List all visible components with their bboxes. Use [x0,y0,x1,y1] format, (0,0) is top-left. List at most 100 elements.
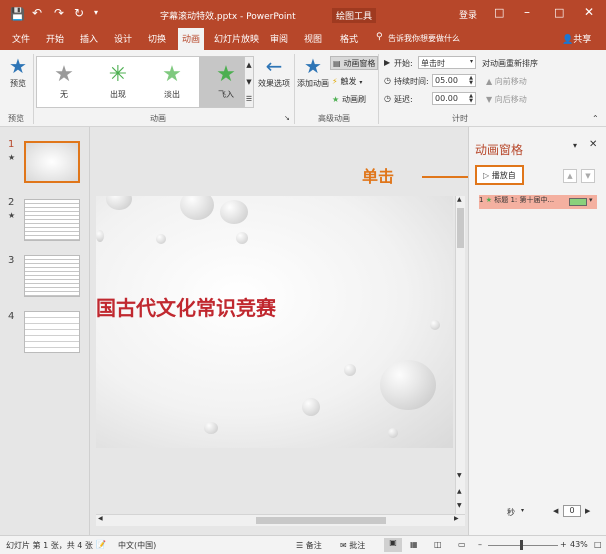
animation-list-item[interactable]: 1 ★ 标题 1: 第十届中... ▾ [479,195,597,209]
current-slide[interactable]: 国古代文化常识竞赛 [96,196,453,448]
spinner-icon[interactable]: ▲ ▼ [469,94,473,104]
start-icon: ▶ [384,58,391,67]
slideshow-icon[interactable]: ▭ [458,540,466,549]
close-icon[interactable]: ✕ [584,5,594,19]
share-button[interactable]: 👤共享 [562,32,591,45]
add-star-icon: ★ [304,54,322,78]
tell-me-input[interactable]: 告诉我你想要做什么 [388,33,460,44]
tab-transitions[interactable]: 切换 [148,32,166,45]
gallery-item-appear[interactable]: ✳ 出现 [91,57,145,107]
scroll-left-icon[interactable]: ◀ [98,515,103,522]
tab-animations[interactable]: 动画 [178,28,205,50]
reading-view-icon[interactable]: ◫ [434,540,442,549]
scroll-up-icon[interactable]: ▲ [457,196,462,203]
play-from-button[interactable]: ▷ 播放自 [475,165,524,185]
gallery-scroll[interactable]: ▲ ▼ ☰ [244,56,254,108]
lightning-icon: ⚡ [332,77,338,86]
ribbon: ★ 预览 预览 ★ 无 ✳ 出现 ★ 淡出 ★ 飞入 ▲ ▼ ☰ ← 效果选项 动画… [0,50,606,127]
save-icon[interactable]: 💾 [10,7,25,21]
animation-painter-button[interactable]: ★ 动画刷 [332,94,366,105]
group-preview: 预览 [8,114,24,123]
callout-label: 单击 [362,167,395,186]
slide-number: 2 [8,197,15,208]
tab-home[interactable]: 开始 [46,32,64,45]
water-drop [344,364,356,376]
timeline-left-icon[interactable]: ◀ [553,507,558,515]
duration-input[interactable]: 05.00 ▲ ▼ [432,74,476,87]
login-link[interactable]: 登录 [459,8,477,21]
tab-design[interactable]: 设计 [114,32,132,45]
seconds-dropdown-icon[interactable]: ▾ [521,507,524,514]
timeline-right-icon[interactable]: ▶ [585,507,590,515]
slide-thumbnail-4[interactable] [24,311,80,353]
move-later-button[interactable]: ▼ 向后移动 [486,94,527,105]
slide-count-status: 幻灯片 第 1 张，共 4 张 [6,541,93,550]
scroll-down-icon[interactable]: ▼ [457,472,462,479]
scroll-thumb[interactable] [457,208,464,248]
dialog-launcher-icon[interactable]: ↘ [284,114,290,122]
fit-to-window-icon[interactable]: □ [594,540,602,549]
add-animation-button[interactable]: ★ 添加动画 [296,54,330,104]
zoom-slider[interactable] [488,545,558,546]
water-drop [96,230,104,242]
zoom-slider-handle[interactable] [520,540,523,550]
delay-label: 延迟: [394,95,413,104]
arrow-left-icon: ← [265,54,283,78]
customize-icon[interactable]: ▾ [94,8,98,17]
seconds-label: 秒 [507,508,515,517]
tab-insert[interactable]: 插入 [80,32,98,45]
slide-sorter-icon[interactable]: ▦ [410,540,418,549]
tab-file[interactable]: 文件 [12,32,30,45]
tab-review[interactable]: 审阅 [270,32,288,45]
slide-thumbnails-pane: 1 ★ 2 ★ 3 4 [0,127,90,535]
timeline-zoom-box[interactable]: 0 [563,505,581,517]
repeat-icon[interactable]: ↻ [74,6,84,20]
normal-view-icon[interactable]: ▣ [384,538,402,552]
slide-thumbnail-2[interactable] [24,199,80,241]
close-pane-icon[interactable]: ✕ [589,139,597,150]
start-select[interactable]: 单击时 ▾ [418,56,476,69]
move-earlier-button[interactable]: ▲ 向前移动 [486,76,527,87]
ribbon-display-icon[interactable]: □ [494,6,504,19]
collapse-ribbon-icon[interactable]: ⌃ [592,114,599,123]
next-slide-icon[interactable]: ▼ [457,502,462,509]
undo-icon[interactable]: ↶ [32,6,42,20]
redo-icon[interactable]: ↷ [54,6,64,20]
language-status[interactable]: 中文(中国) [118,540,156,551]
gallery-item-none[interactable]: ★ 无 [37,57,91,107]
zoom-level[interactable]: 43% [570,540,588,549]
notes-button[interactable]: ☰ 备注 [296,540,322,551]
spellcheck-icon[interactable]: 📝 [96,540,106,549]
tab-format[interactable]: 格式 [340,32,358,45]
slide-thumbnail-3[interactable] [24,255,80,297]
maximize-icon[interactable]: □ [554,6,564,19]
comments-button[interactable]: ✉ 批注 [340,540,365,551]
status-bar: 幻灯片 第 1 张，共 4 张 📝 中文(中国) ☰ 备注 ✉ 批注 ▣ ▦ ◫… [0,535,606,554]
star-icon: ★ [54,62,74,87]
vertical-scrollbar[interactable]: ▲ ▼ ▲ ▼ [455,196,465,526]
zoom-in-icon[interactable]: + [560,540,567,549]
animation-pane-button[interactable]: ▤ 动画窗格 [330,56,379,70]
arrow-down-icon: ▼ [486,95,493,104]
spinner-icon[interactable]: ▲ ▼ [469,76,473,86]
chevron-down-icon[interactable]: ▾ [589,196,593,204]
slide-thumbnail-1[interactable] [24,141,80,183]
delay-input[interactable]: 00.00 ▲ ▼ [432,92,476,105]
notes-icon: ☰ [296,541,304,550]
preview-button[interactable]: ★ 预览 [4,54,32,104]
move-down-button[interactable]: ▼ [581,169,595,183]
move-up-button[interactable]: ▲ [563,169,577,183]
trigger-button[interactable]: ⚡ 触发 ▾ [332,76,362,87]
minimize-icon[interactable]: – [524,5,530,19]
gallery-item-fade[interactable]: ★ 淡出 [145,57,199,107]
horizontal-scrollbar[interactable]: ◀ ▶ [96,514,465,526]
tab-view[interactable]: 视图 [304,32,322,45]
zoom-out-icon[interactable]: – [478,540,482,549]
effect-options-button[interactable]: ← 效果选项 [258,54,290,104]
tab-slideshow[interactable]: 幻灯片放映 [214,32,259,45]
previous-slide-icon[interactable]: ▲ [457,488,462,495]
scroll-thumb[interactable] [256,517,386,524]
scroll-right-icon[interactable]: ▶ [454,515,459,522]
slide-title[interactable]: 国古代文化常识竞赛 [96,292,276,321]
pane-options-icon[interactable]: ▾ [573,141,577,150]
